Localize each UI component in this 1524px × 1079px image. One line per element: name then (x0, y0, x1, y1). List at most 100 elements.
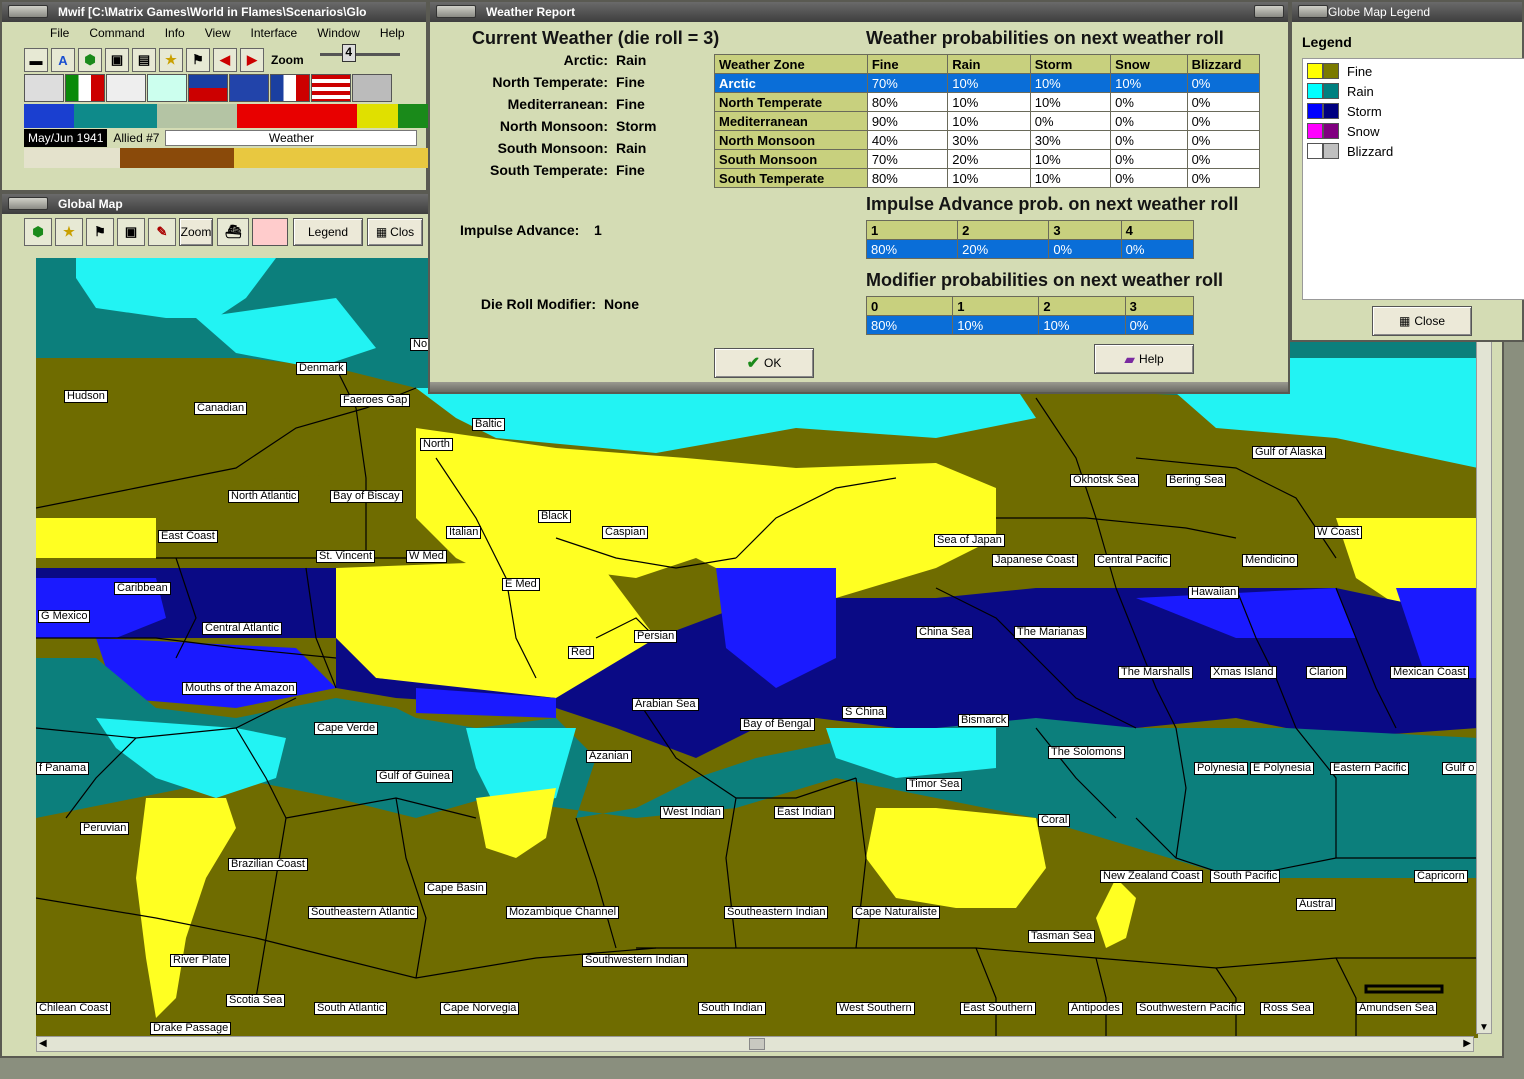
disk-icon[interactable]: ▣ (117, 218, 145, 246)
flag-icon[interactable]: ⚑ (186, 48, 210, 72)
flag-icon[interactable] (229, 74, 269, 102)
swatch-dark (1323, 103, 1339, 119)
table-row[interactable]: 80% 20% 0% 0% (865, 239, 1195, 259)
star-icon[interactable]: ★ (159, 48, 183, 72)
flag-icon[interactable]: ⚑ (86, 218, 114, 246)
font-a-icon[interactable]: A (51, 48, 75, 72)
scroll-thumb[interactable] (749, 1038, 765, 1050)
close-button[interactable]: ▦ Clos (367, 218, 423, 246)
flag-icon[interactable] (252, 218, 288, 246)
zone-value: Fine (616, 162, 645, 178)
window-control-icon[interactable] (1254, 5, 1284, 18)
table-cell: South Monsoon (714, 149, 868, 169)
sea-label: East Southern (960, 1002, 1036, 1015)
legend-label: Storm (1347, 103, 1382, 119)
ok-button[interactable]: ✔ OK (714, 348, 814, 378)
table-row[interactable]: Mediterranean 90% 10% 0% 0% 0% (714, 111, 1261, 131)
map-vertical-scrollbar[interactable]: ▼ (1476, 258, 1492, 1034)
table-cell: 10% (1029, 149, 1112, 169)
sea-label: Brazilian Coast (228, 858, 308, 871)
chevron-left-icon[interactable]: ◀ (39, 1038, 47, 1049)
flag-icon[interactable] (65, 74, 105, 102)
help-button[interactable]: ▰ Help (1094, 344, 1194, 374)
arrow-right-icon[interactable]: ▶ (240, 48, 264, 72)
window-control-icon[interactable] (8, 5, 48, 18)
window-control-icon[interactable] (8, 197, 48, 210)
sea-label: W Med (406, 550, 447, 563)
table-row[interactable]: North Monsoon 40% 30% 30% 0% 0% (714, 130, 1261, 150)
notes-icon[interactable]: ▤ (132, 48, 156, 72)
table-cell: 10% (947, 168, 1031, 188)
sea-label: Hawaiian (1188, 586, 1240, 599)
menu-view[interactable]: View (205, 26, 231, 44)
window-control-icon[interactable] (436, 5, 476, 18)
column-header: Snow (1110, 54, 1188, 74)
legend-close-button[interactable]: ▦ Close (1372, 306, 1472, 336)
sea-label: Southeastern Indian (724, 906, 829, 919)
menu-help[interactable]: Help (380, 26, 405, 44)
legend-button[interactable]: Legend (293, 218, 363, 246)
chevron-down-icon[interactable]: ▼ (1479, 1022, 1489, 1033)
sea-label: Peruvian (80, 822, 130, 835)
table-cell: 0% (1110, 92, 1188, 112)
zoom-button[interactable]: Zoom (179, 218, 213, 246)
legend-item: Rain (1303, 81, 1524, 101)
sea-label: Southeastern Atlantic (308, 906, 418, 919)
impulse-advance-row: Impulse Advance: 1 (458, 219, 719, 241)
table-row[interactable]: South Temperate 80% 10% 10% 0% 0% (714, 168, 1261, 188)
table-cell: 90% (866, 111, 949, 131)
hex-icon[interactable]: ⬢ (78, 48, 102, 72)
flag-icon[interactable] (352, 74, 392, 102)
flag-icon[interactable] (147, 74, 187, 102)
hex-icon[interactable]: ⬢ (24, 218, 52, 246)
disk-icon[interactable]: ▣ (105, 48, 129, 72)
menu-info[interactable]: Info (165, 26, 185, 44)
sea-label: West Southern (836, 1002, 915, 1015)
date-label: May/Jun 1941 (24, 129, 108, 147)
ship-icon[interactable]: ⛴ (217, 218, 249, 246)
flag-icon[interactable] (188, 74, 228, 102)
unit-icon[interactable]: ▬ (24, 48, 48, 72)
sea-label: New Zealand Coast (1100, 870, 1203, 883)
weather-field[interactable]: Weather (165, 130, 418, 146)
flag-icon[interactable] (270, 74, 310, 102)
table-cell: 80% (865, 239, 959, 259)
help-label: Help (1139, 352, 1164, 366)
table-row[interactable]: North Temperate 80% 10% 10% 0% 0% (714, 92, 1261, 112)
sea-label: Red (568, 646, 595, 659)
die-roll-modifier-row: Die Roll Modifier: None (458, 293, 719, 315)
zoom-label: Zoom (271, 53, 304, 67)
arrow-left-icon[interactable]: ◀ (213, 48, 237, 72)
legend-label: Fine (1347, 63, 1373, 79)
star-icon[interactable]: ★ (55, 218, 83, 246)
menu-window[interactable]: Window (317, 26, 360, 44)
table-row[interactable]: South Monsoon 70% 20% 10% 0% 0% (714, 149, 1261, 169)
pencil-icon[interactable]: ✎ (148, 218, 176, 246)
window-control-icon[interactable] (1298, 5, 1328, 18)
zone-row: Mediterranean: Fine (458, 93, 719, 115)
zoom-slider[interactable]: 4 (319, 44, 400, 67)
resize-grip[interactable] (430, 382, 1288, 392)
table-row[interactable]: 80% 10% 10% 0% (865, 315, 1195, 335)
north-temperate-fine (36, 518, 156, 558)
menu-command[interactable]: Command (89, 26, 144, 44)
weather-report-titlebar[interactable]: Weather Report (430, 2, 1288, 22)
sea-label: Gulf o (1442, 762, 1478, 775)
sea-label: Bay of Bengal (740, 718, 815, 731)
menu-interface[interactable]: Interface (251, 26, 298, 44)
main-titlebar[interactable]: Mwif [C:\Matrix Games\World in Flames\Sc… (2, 2, 426, 22)
zone-name: Arctic: (563, 52, 608, 68)
table-row[interactable]: Arctic 70% 10% 10% 10% 0% (714, 73, 1261, 93)
sea-label: Bering Sea (1166, 474, 1227, 487)
flag-icon[interactable] (106, 74, 146, 102)
map-horizontal-scrollbar[interactable]: ◀ ▶ (36, 1036, 1474, 1052)
flag-icon[interactable] (311, 74, 351, 102)
legend-titlebar[interactable]: Globe Map Legend (1292, 2, 1522, 22)
legend-item: Fine (1303, 61, 1524, 81)
flag-icon[interactable] (24, 74, 64, 102)
column-header: 1 (952, 296, 1040, 316)
table-cell: 80% (865, 315, 954, 335)
menu-file[interactable]: File (50, 26, 69, 44)
table-cell: 10% (1029, 73, 1112, 93)
chevron-right-icon[interactable]: ▶ (1463, 1038, 1471, 1049)
